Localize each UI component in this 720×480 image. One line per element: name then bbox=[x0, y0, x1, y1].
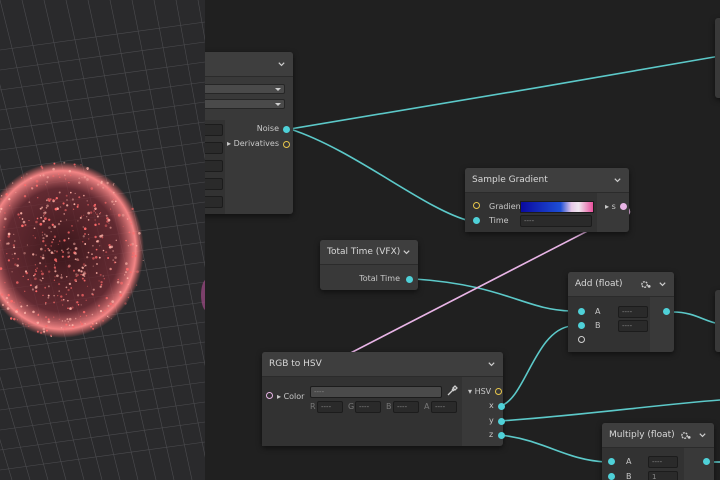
wire-totaltime-to-a[interactable] bbox=[414, 278, 572, 312]
channel-b-field[interactable]: ---- bbox=[393, 401, 419, 413]
collapse-chevron-icon[interactable] bbox=[401, 247, 411, 257]
b-input-label: B bbox=[626, 472, 632, 480]
offscreen-node-mid[interactable] bbox=[715, 290, 720, 352]
b-input-field[interactable]: 1 bbox=[648, 471, 678, 480]
total-time-output-label: Total Time bbox=[359, 274, 400, 283]
multiply-node[interactable]: Multiply (float) A ---- B 1 bbox=[602, 423, 714, 480]
color-input-label: ▸ Color bbox=[277, 392, 305, 401]
collapse-chevron-icon[interactable] bbox=[612, 175, 622, 185]
time-input-field[interactable]: ---- bbox=[520, 215, 592, 227]
wire-x-to-b[interactable] bbox=[499, 325, 572, 407]
time-input-port[interactable] bbox=[473, 217, 480, 224]
scene-viewport[interactable] bbox=[0, 0, 206, 480]
gradient-input-label: Gradient bbox=[489, 202, 524, 211]
vfx-graph-canvas[interactable]: Noise ▸ Derivatives Sample Gradient Grad… bbox=[205, 0, 720, 480]
a-input-label: A bbox=[595, 307, 601, 316]
color-input-field[interactable]: ---- bbox=[310, 386, 442, 398]
color-input-port[interactable] bbox=[266, 392, 273, 399]
wire-noise-to-offscreen[interactable] bbox=[289, 55, 720, 130]
a-input-port[interactable] bbox=[608, 458, 615, 465]
wire-z-to-a[interactable] bbox=[499, 434, 607, 463]
wire-add-out[interactable] bbox=[672, 311, 720, 325]
input-field[interactable] bbox=[205, 196, 223, 208]
input-field[interactable] bbox=[205, 124, 223, 136]
wire-noise-to-time[interactable] bbox=[289, 128, 471, 222]
input-field[interactable] bbox=[205, 142, 223, 154]
channel-g-field[interactable]: ---- bbox=[355, 401, 381, 413]
noise-output-port[interactable] bbox=[283, 126, 290, 133]
multiply-output-port[interactable] bbox=[703, 458, 710, 465]
input-field[interactable] bbox=[205, 178, 223, 190]
sample-gradient-node[interactable]: Sample Gradient Gradient Time ---- ▸ s bbox=[465, 168, 629, 232]
channel-g-label: G bbox=[348, 402, 355, 411]
add-output-port[interactable] bbox=[663, 308, 670, 315]
node-title: Total Time (VFX) bbox=[327, 247, 401, 257]
gear-icon[interactable] bbox=[640, 279, 651, 290]
b-input-label: B bbox=[595, 321, 601, 330]
particle-sphere bbox=[0, 162, 144, 338]
channel-a-field[interactable]: ---- bbox=[431, 401, 457, 413]
gear-icon[interactable] bbox=[680, 430, 691, 441]
hsv-output-label: ▾ HSV bbox=[468, 387, 492, 396]
a-input-field[interactable]: ---- bbox=[648, 456, 678, 468]
s-output-label: ▸ s bbox=[605, 202, 616, 211]
collapse-chevron-icon[interactable] bbox=[276, 59, 286, 69]
total-time-output-port[interactable] bbox=[406, 276, 413, 283]
b-input-port[interactable] bbox=[608, 473, 615, 480]
wire-y-offscreen[interactable] bbox=[499, 399, 720, 422]
node-title: Sample Gradient bbox=[472, 175, 548, 185]
channel-r-label: R bbox=[310, 402, 316, 411]
y-output-label: y bbox=[489, 416, 494, 425]
y-output-port[interactable] bbox=[498, 418, 505, 425]
noise-output-label: Noise bbox=[256, 124, 279, 133]
input-field[interactable] bbox=[205, 160, 223, 172]
derivatives-output-label: ▸ Derivatives bbox=[227, 139, 279, 148]
s-output-port[interactable] bbox=[620, 203, 627, 210]
time-input-label: Time bbox=[489, 216, 509, 225]
z-output-port[interactable] bbox=[498, 432, 505, 439]
gradient-input-port[interactable] bbox=[473, 202, 480, 209]
collapse-chevron-icon[interactable] bbox=[697, 430, 707, 440]
channel-r-field[interactable]: ---- bbox=[317, 401, 343, 413]
total-time-node[interactable]: Total Time (VFX) Total Time bbox=[320, 240, 418, 290]
noise-inputs-panel bbox=[205, 120, 225, 214]
noise-type-dropdown[interactable] bbox=[205, 84, 285, 94]
node-title: Add (float) bbox=[575, 279, 623, 289]
scene-render bbox=[0, 0, 205, 480]
x-output-label: x bbox=[489, 401, 494, 410]
a-input-field[interactable]: ---- bbox=[618, 306, 648, 318]
hsv-output-port[interactable] bbox=[495, 388, 502, 395]
noise-dimension-dropdown[interactable] bbox=[205, 99, 285, 109]
eyedropper-icon[interactable] bbox=[446, 385, 458, 397]
a-input-port[interactable] bbox=[578, 308, 585, 315]
derivatives-output-port[interactable] bbox=[283, 141, 290, 148]
z-output-label: z bbox=[489, 430, 494, 439]
channel-a-label: A bbox=[424, 402, 430, 411]
add-node[interactable]: Add (float) A ---- B ---- bbox=[568, 272, 674, 352]
b-input-field[interactable]: ---- bbox=[618, 320, 648, 332]
add-input-port[interactable] bbox=[578, 336, 585, 343]
collapse-chevron-icon[interactable] bbox=[486, 359, 496, 369]
noise-node[interactable]: Noise ▸ Derivatives bbox=[205, 52, 293, 214]
node-title: Multiply (float) bbox=[609, 430, 675, 440]
collapse-chevron-icon[interactable] bbox=[657, 279, 667, 289]
offscreen-node-top[interactable] bbox=[715, 18, 720, 98]
node-title: RGB to HSV bbox=[269, 359, 322, 369]
x-output-port[interactable] bbox=[498, 403, 505, 410]
gradient-swatch[interactable] bbox=[520, 201, 594, 213]
b-input-port[interactable] bbox=[578, 322, 585, 329]
a-input-label: A bbox=[626, 457, 632, 466]
rgb-to-hsv-node[interactable]: RGB to HSV ▸ Color ---- R ---- G ---- B … bbox=[262, 352, 505, 446]
channel-b-label: B bbox=[386, 402, 392, 411]
